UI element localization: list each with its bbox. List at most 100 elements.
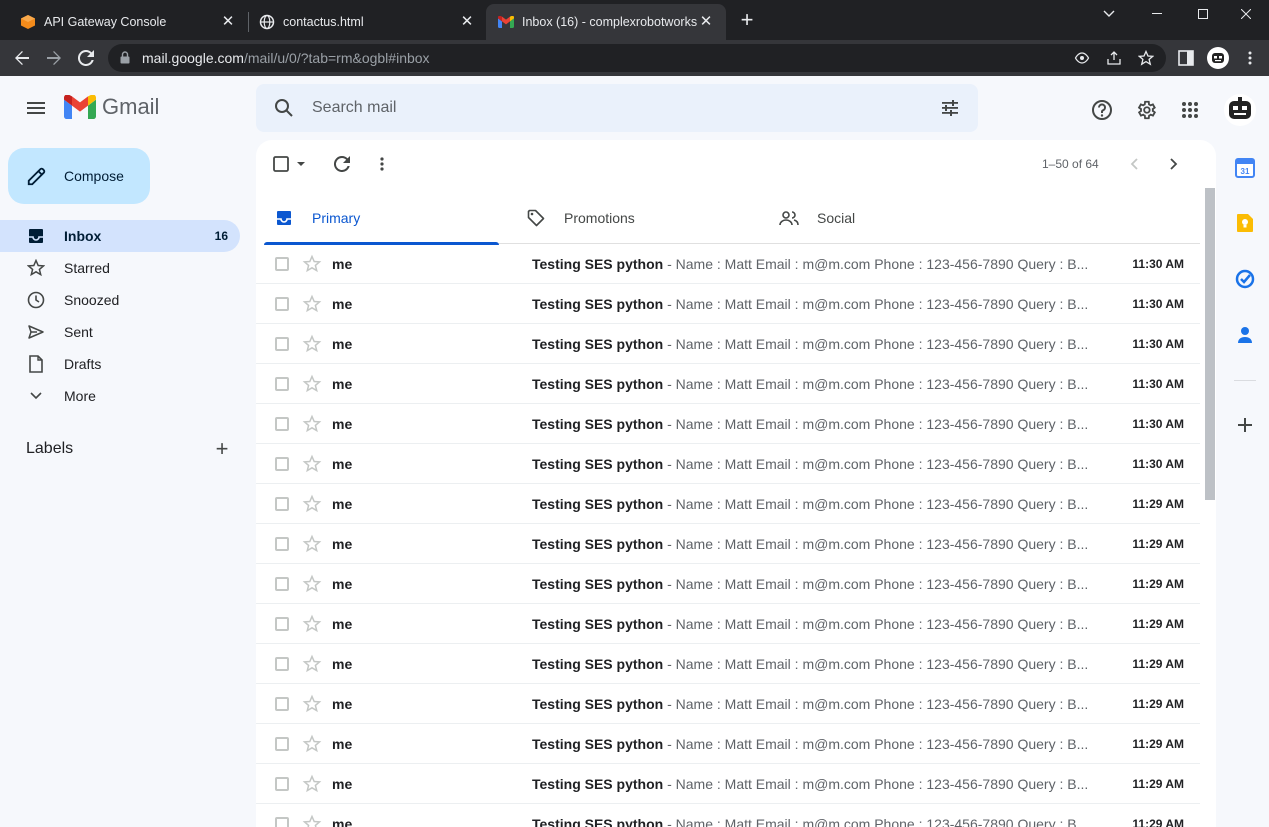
nav-item-sent[interactable]: Sent <box>0 316 240 348</box>
email-row[interactable]: me Testing SES python - Name : Matt Email… <box>256 724 1200 764</box>
nav-item-inbox[interactable]: Inbox 16 <box>0 220 240 252</box>
star-toggle-icon[interactable] <box>302 494 322 514</box>
row-checkbox[interactable] <box>275 657 289 671</box>
email-row[interactable]: me Testing SES python - Name : Matt Email… <box>256 644 1200 684</box>
row-checkbox[interactable] <box>275 617 289 631</box>
close-window-button[interactable] <box>1223 0 1269 28</box>
contacts-app-button[interactable] <box>1234 324 1256 346</box>
star-toggle-icon[interactable] <box>302 774 322 794</box>
email-row[interactable]: me Testing SES python - Name : Matt Email… <box>256 324 1200 364</box>
email-row[interactable]: me Testing SES python - Name : Matt Email… <box>256 244 1200 284</box>
email-row[interactable]: me Testing SES python - Name : Matt Email… <box>256 524 1200 564</box>
star-toggle-icon[interactable] <box>302 334 322 354</box>
maximize-button[interactable] <box>1180 0 1226 28</box>
scrollbar-thumb[interactable] <box>1205 188 1215 500</box>
close-tab-icon[interactable]: ✕ <box>459 14 475 30</box>
email-row[interactable]: me Testing SES python - Name : Matt Email… <box>256 764 1200 804</box>
tasks-app-button[interactable] <box>1234 268 1256 290</box>
search-icon[interactable] <box>274 98 294 118</box>
new-tab-button[interactable]: + <box>737 9 757 31</box>
row-checkbox[interactable] <box>275 497 289 511</box>
email-row[interactable]: me Testing SES python - Name : Matt Email… <box>256 804 1200 827</box>
email-row[interactable]: me Testing SES python - Name : Matt Email… <box>256 364 1200 404</box>
row-checkbox[interactable] <box>275 417 289 431</box>
settings-button[interactable] <box>1134 98 1158 122</box>
get-addons-button[interactable] <box>1234 414 1256 436</box>
share-icon[interactable] <box>1106 50 1122 66</box>
profile-avatar[interactable] <box>1207 47 1229 69</box>
support-button[interactable] <box>1090 98 1114 122</box>
star-toggle-icon[interactable] <box>302 814 322 827</box>
row-checkbox[interactable] <box>275 377 289 391</box>
back-button[interactable] <box>10 46 34 70</box>
star-toggle-icon[interactable] <box>302 374 322 394</box>
email-subject-snippet: Testing SES python - Name : Matt Email :… <box>532 776 1087 792</box>
reload-button[interactable] <box>74 46 98 70</box>
row-checkbox[interactable] <box>275 577 289 591</box>
create-label-button[interactable]: + <box>212 438 232 460</box>
star-toggle-icon[interactable] <box>302 534 322 554</box>
more-actions-button[interactable] <box>372 154 392 174</box>
minimize-button[interactable] <box>1134 0 1180 28</box>
account-avatar[interactable] <box>1224 94 1256 126</box>
star-toggle-icon[interactable] <box>302 454 322 474</box>
tab-search-button[interactable] <box>1086 0 1132 28</box>
nav-item-snoozed[interactable]: Snoozed <box>0 284 240 316</box>
eye-icon[interactable] <box>1074 50 1090 66</box>
older-page-button[interactable] <box>1164 154 1184 174</box>
newer-page-button[interactable] <box>1124 154 1144 174</box>
browser-menu-button[interactable] <box>1240 48 1260 68</box>
email-row[interactable]: me Testing SES python - Name : Matt Email… <box>256 284 1200 324</box>
row-checkbox[interactable] <box>275 457 289 471</box>
side-panel-button[interactable] <box>1176 48 1196 68</box>
tab-promotions[interactable]: Promotions <box>516 192 751 244</box>
browser-tab-api-gateway[interactable]: API Gateway Console ✕ <box>8 4 248 40</box>
close-tab-icon[interactable]: ✕ <box>220 14 236 30</box>
row-checkbox[interactable] <box>275 257 289 271</box>
star-toggle-icon[interactable] <box>302 254 322 274</box>
select-all-checkbox[interactable] <box>272 154 306 174</box>
refresh-button[interactable] <box>332 154 352 174</box>
star-toggle-icon[interactable] <box>302 654 322 674</box>
forward-button[interactable] <box>42 46 66 70</box>
email-row[interactable]: me Testing SES python - Name : Matt Email… <box>256 404 1200 444</box>
star-toggle-icon[interactable] <box>302 694 322 714</box>
keep-app-button[interactable] <box>1234 212 1256 234</box>
email-row[interactable]: me Testing SES python - Name : Matt Email… <box>256 484 1200 524</box>
row-checkbox[interactable] <box>275 297 289 311</box>
compose-button[interactable]: Compose <box>8 148 150 204</box>
nav-item-drafts[interactable]: Drafts <box>0 348 240 380</box>
row-checkbox[interactable] <box>275 697 289 711</box>
bookmark-star-icon[interactable] <box>1138 50 1154 66</box>
main-menu-button[interactable] <box>24 96 48 120</box>
gmail-logo[interactable]: Gmail <box>64 94 159 120</box>
email-row[interactable]: me Testing SES python - Name : Matt Email… <box>256 564 1200 604</box>
pagination-range[interactable]: 1–50 of 64 <box>1042 157 1099 171</box>
row-checkbox[interactable] <box>275 337 289 351</box>
google-apps-button[interactable] <box>1178 98 1202 122</box>
browser-tab-gmail[interactable]: Inbox (16) - complexrobotworks@ ✕ <box>486 4 726 40</box>
row-checkbox[interactable] <box>275 777 289 791</box>
email-row[interactable]: me Testing SES python - Name : Matt Email… <box>256 444 1200 484</box>
search-input[interactable] <box>312 96 912 120</box>
email-row[interactable]: me Testing SES python - Name : Matt Email… <box>256 604 1200 644</box>
nav-item-more[interactable]: More <box>0 380 240 412</box>
tab-primary[interactable]: Primary <box>264 192 499 245</box>
row-checkbox[interactable] <box>275 537 289 551</box>
star-toggle-icon[interactable] <box>302 574 322 594</box>
row-checkbox[interactable] <box>275 817 289 827</box>
star-toggle-icon[interactable] <box>302 614 322 634</box>
close-tab-icon[interactable]: ✕ <box>698 14 714 30</box>
star-toggle-icon[interactable] <box>302 294 322 314</box>
browser-tab-contactus[interactable]: contactus.html ✕ <box>247 4 487 40</box>
star-toggle-icon[interactable] <box>302 414 322 434</box>
calendar-app-button[interactable]: 31 <box>1234 157 1256 179</box>
nav-item-starred[interactable]: Starred <box>0 252 240 284</box>
tab-social[interactable]: Social <box>769 192 1004 244</box>
star-toggle-icon[interactable] <box>302 734 322 754</box>
row-checkbox[interactable] <box>275 737 289 751</box>
search-options-icon[interactable] <box>940 98 960 118</box>
address-bar[interactable]: mail.google.com/mail/u/0/?tab=rm&ogbl#in… <box>108 44 1166 72</box>
email-row[interactable]: me Testing SES python - Name : Matt Email… <box>256 684 1200 724</box>
email-subject-snippet: Testing SES python - Name : Matt Email :… <box>532 456 1087 472</box>
